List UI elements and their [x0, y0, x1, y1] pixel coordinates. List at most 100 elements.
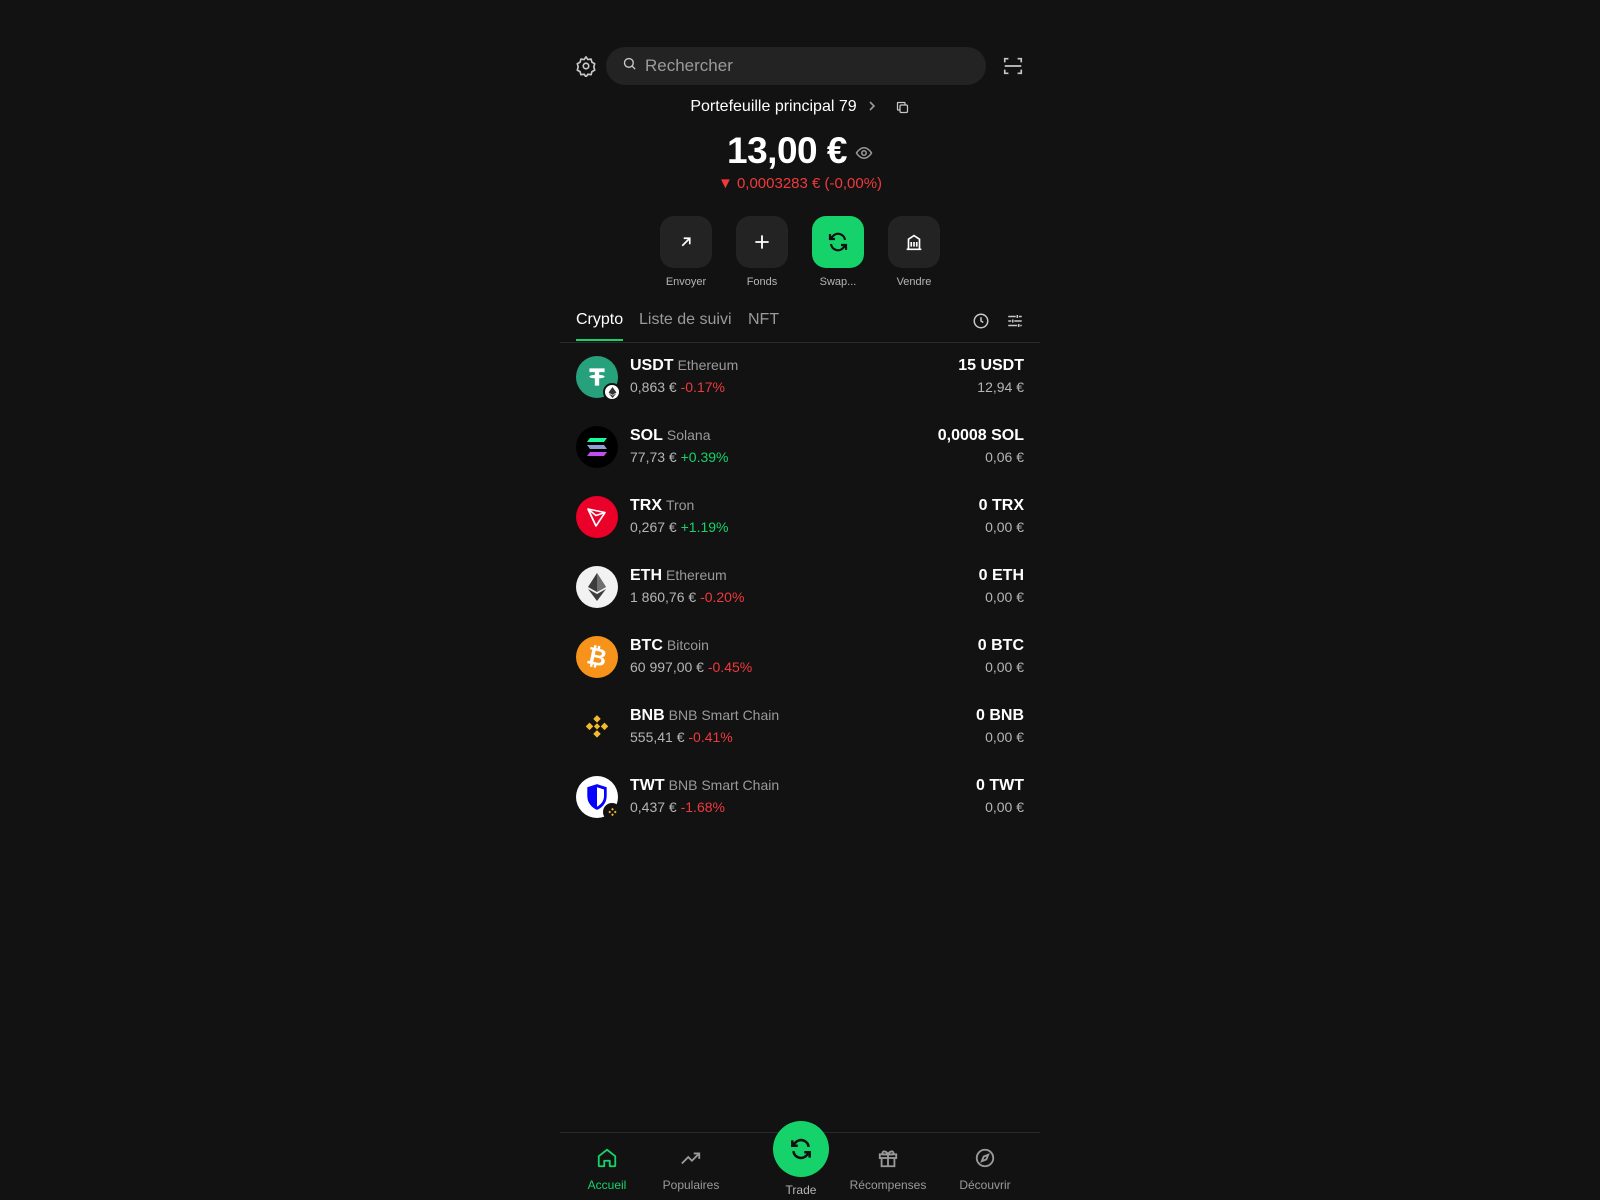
tab-watchlist[interactable]: Liste de suivi: [639, 311, 732, 339]
swap-icon: [812, 216, 864, 268]
search-bar[interactable]: [606, 47, 986, 85]
eth-icon: [576, 566, 618, 608]
usdt-icon: [576, 356, 621, 401]
asset-amount: 15 USDT: [958, 357, 1024, 374]
asset-price-line: 555,41 € -0.41%: [630, 729, 733, 745]
asset-row-sol[interactable]: SOL Solana 77,73 € +0.39% 0,0008 SOL 0,06…: [560, 422, 1040, 492]
total-balance: 13,00 €: [727, 130, 847, 171]
nav-home[interactable]: Accueil: [562, 1147, 652, 1192]
asset-network: Tron: [666, 497, 695, 513]
tab-nft[interactable]: NFT: [748, 311, 779, 339]
balance-display: 13,00 €: [560, 130, 1040, 172]
asset-row-twt[interactable]: TWT BNB Smart Chain 0,437 € -1.68% 0 TWT …: [560, 772, 1040, 842]
asset-price-line: 0,267 € +1.19%: [630, 519, 728, 535]
asset-symbol: ETH: [630, 567, 662, 584]
search-icon: [622, 56, 637, 76]
asset-amount: 0 BNB: [975, 707, 1024, 724]
asset-fiat-value: 12,94 €: [977, 379, 1024, 395]
arrow-up-right-icon: [660, 216, 712, 268]
asset-symbol-line: ETH Ethereum: [630, 567, 727, 585]
asset-tabs: Crypto Liste de suivi NFT: [560, 305, 1040, 343]
wallet-app: Portefeuille principal 79 13,00 € ▼ 0,00…: [560, 0, 1040, 1200]
gift-icon: [877, 1147, 899, 1174]
asset-fiat-value: 0,06 €: [985, 449, 1024, 465]
search-input[interactable]: [645, 56, 965, 76]
compass-icon: [974, 1147, 996, 1174]
asset-amount: 0 TRX: [978, 497, 1024, 514]
nav-discover[interactable]: Découvrir: [940, 1147, 1030, 1192]
send-button[interactable]: Envoyer: [660, 216, 712, 288]
sell-button[interactable]: Vendre: [888, 216, 940, 288]
asset-price: 0,267 €: [630, 519, 677, 535]
plus-icon: [736, 216, 788, 268]
asset-fiat-value: 0,00 €: [985, 519, 1024, 535]
trending-icon: [680, 1147, 702, 1174]
asset-price: 1 860,76 €: [630, 589, 697, 605]
nav-trade-label: Trade: [785, 1183, 817, 1197]
asset-network: Solana: [666, 427, 711, 443]
asset-price-line: 0,437 € -1.68%: [630, 799, 725, 815]
ethereum-badge-icon: [603, 383, 621, 401]
bnb-badge-icon: [603, 803, 621, 821]
asset-price-line: 1 860,76 € -0.20%: [630, 589, 744, 605]
scan-qr-icon[interactable]: [1000, 53, 1026, 79]
asset-price: 77,73 €: [630, 449, 677, 465]
asset-change: +0.39%: [680, 449, 729, 465]
wallet-selector[interactable]: Portefeuille principal 79: [560, 95, 1040, 119]
asset-fiat-value: 0,00 €: [985, 729, 1024, 745]
asset-symbol: SOL: [630, 427, 663, 444]
asset-network: Bitcoin: [666, 637, 709, 653]
action-buttons: Envoyer Fonds Swap... Vendre: [560, 216, 1040, 288]
asset-symbol: BNB: [630, 707, 665, 724]
asset-symbol-line: USDT Ethereum: [630, 357, 738, 375]
nav-popular[interactable]: Populaires: [646, 1147, 736, 1192]
eye-icon[interactable]: [855, 144, 873, 162]
asset-change: +1.19%: [680, 519, 729, 535]
asset-change: -0.17%: [680, 379, 725, 395]
asset-amount: 0 ETH: [978, 567, 1024, 584]
asset-row-eth[interactable]: ETH Ethereum 1 860,76 € -0.20% 0 ETH 0,00…: [560, 562, 1040, 632]
asset-amount: 0 TWT: [976, 777, 1024, 794]
history-icon[interactable]: [970, 310, 992, 332]
bottom-navigation: Accueil Populaires Trade Récompenses Déc…: [560, 1121, 1040, 1200]
asset-row-usdt[interactable]: USDT Ethereum 0,863 € -0.17% 15 USDT 12,9…: [560, 352, 1040, 422]
asset-price-line: 0,863 € -0.17%: [630, 379, 725, 395]
asset-symbol-line: BNB BNB Smart Chain: [630, 707, 779, 725]
home-icon: [596, 1147, 618, 1174]
swap-button[interactable]: Swap...: [812, 216, 864, 288]
filter-icon[interactable]: [1004, 310, 1026, 332]
asset-change: -0.20%: [700, 589, 745, 605]
asset-symbol-line: TWT BNB Smart Chain: [630, 777, 779, 795]
asset-symbol: BTC: [630, 637, 663, 654]
send-label: Envoyer: [665, 276, 707, 288]
twt-icon: [576, 776, 621, 821]
asset-fiat-value: 0,00 €: [985, 589, 1024, 605]
nav-rewards[interactable]: Récompenses: [843, 1147, 933, 1192]
asset-price: 555,41 €: [630, 729, 685, 745]
settings-icon[interactable]: [573, 53, 599, 79]
asset-network: BNB Smart Chain: [668, 707, 780, 723]
bnb-icon: [576, 706, 618, 748]
asset-price: 60 997,00 €: [630, 659, 704, 675]
asset-row-trx[interactable]: TRX Tron 0,267 € +1.19% 0 TRX 0,00 €: [560, 492, 1040, 562]
fund-button[interactable]: Fonds: [736, 216, 788, 288]
asset-network: Ethereum: [677, 357, 739, 373]
top-bar: [560, 47, 1040, 85]
asset-row-btc[interactable]: ₿ BTC Bitcoin 60 997,00 € -0.45% 0 BTC 0,…: [560, 632, 1040, 702]
asset-change: -0.41%: [688, 729, 733, 745]
asset-network: BNB Smart Chain: [668, 777, 780, 793]
trx-icon: [576, 496, 618, 538]
nav-rewards-label: Récompenses: [849, 1178, 927, 1192]
chevron-right-icon: [867, 99, 877, 115]
wallet-name[interactable]: Portefeuille principal 79: [690, 98, 856, 116]
asset-fiat-value: 0,00 €: [985, 799, 1024, 815]
asset-row-bnb[interactable]: BNB BNB Smart Chain 555,41 € -0.41% 0 BNB…: [560, 702, 1040, 772]
copy-icon[interactable]: [895, 100, 910, 115]
tab-crypto[interactable]: Crypto: [576, 311, 624, 341]
nav-trade[interactable]: Trade: [756, 1121, 846, 1197]
asset-symbol: TWT: [630, 777, 665, 794]
sell-label: Vendre: [896, 276, 932, 288]
asset-change: -1.68%: [680, 799, 725, 815]
asset-symbol-line: BTC Bitcoin: [630, 637, 709, 655]
btc-icon: ₿: [576, 636, 618, 678]
